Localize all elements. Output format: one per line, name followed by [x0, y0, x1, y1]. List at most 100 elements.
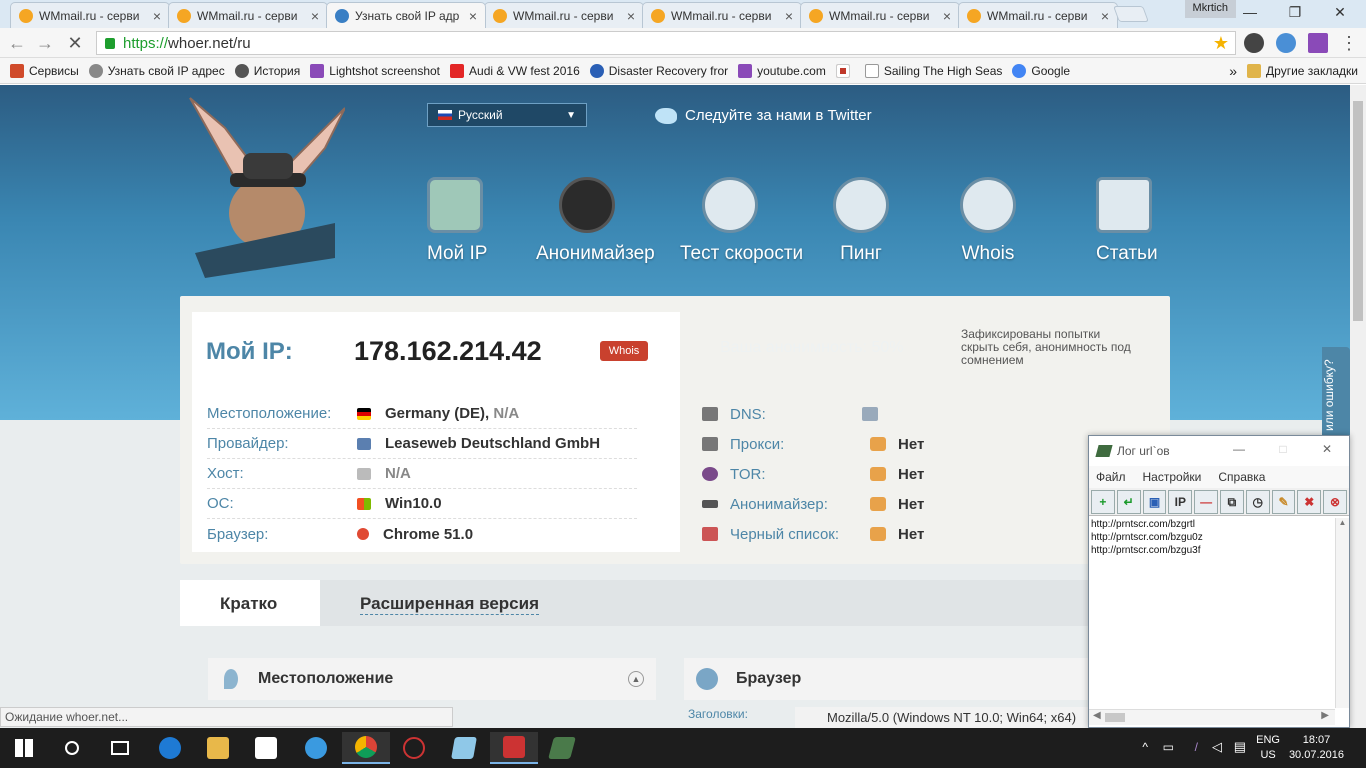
- url-list-item[interactable]: http://prntscr.com/bzgu0z: [1091, 531, 1335, 544]
- close-tab-icon[interactable]: ×: [1097, 8, 1113, 24]
- taskbar-ie[interactable]: [292, 732, 340, 764]
- close-tab-icon[interactable]: ×: [465, 8, 481, 24]
- scroll-right-icon[interactable]: ▶: [1321, 710, 1329, 721]
- window-icon[interactable]: ▣: [1142, 489, 1167, 514]
- scroll-left-icon[interactable]: ◀: [1093, 710, 1101, 721]
- menu-icon[interactable]: ⋮: [1338, 32, 1360, 54]
- menu-help[interactable]: Справка: [1218, 470, 1265, 484]
- scrollbar-thumb[interactable]: [1353, 101, 1363, 321]
- close-tab-icon[interactable]: ×: [623, 8, 639, 24]
- chevron-up-icon[interactable]: ▲: [628, 671, 644, 687]
- bookmark-item[interactable]: Sailing The High Seas: [864, 63, 1002, 78]
- menu-settings[interactable]: Настройки: [1143, 470, 1202, 484]
- ip-address[interactable]: 178.162.214.42: [354, 336, 542, 367]
- stop-icon[interactable]: ⊗: [1323, 489, 1347, 514]
- menu-file[interactable]: Файл: [1096, 470, 1126, 484]
- browser-tab[interactable]: WMmail.ru - серви ×: [642, 2, 802, 28]
- browser-tab[interactable]: WMmail.ru - серви ×: [10, 2, 170, 28]
- nav-whois[interactable]: Whois: [960, 177, 1016, 265]
- tray-chevron-icon[interactable]: ^: [1142, 740, 1148, 754]
- page-scrollbar[interactable]: [1350, 85, 1366, 728]
- scrollbar-thumb[interactable]: [1105, 713, 1125, 722]
- feedback-tab[interactable]: или ошибку?: [1322, 347, 1350, 447]
- browser-tab[interactable]: WMmail.ru - серви ×: [168, 2, 328, 28]
- close-window-icon[interactable]: ✕: [1318, 0, 1362, 24]
- url-list[interactable]: http://prntscr.com/bzgrtl http://prntscr…: [1091, 518, 1335, 708]
- nav-ping[interactable]: Пинг: [832, 177, 890, 265]
- taskbar-edge[interactable]: [146, 732, 194, 764]
- bookmark-item[interactable]: Узнать свой IP адрес: [88, 63, 225, 78]
- browser-tab-active[interactable]: Узнать свой IP адр ×: [326, 2, 486, 28]
- close-icon[interactable]: ✕: [1313, 442, 1341, 456]
- forward-icon[interactable]: →: [34, 32, 56, 54]
- add-icon[interactable]: +: [1091, 489, 1115, 514]
- task-view-button[interactable]: [96, 732, 144, 764]
- browser-tab[interactable]: WMmail.ru - серви ×: [484, 2, 644, 28]
- bookmarks-overflow[interactable]: »: [1229, 63, 1237, 79]
- url-list-item[interactable]: http://prntscr.com/bzgu3f: [1091, 544, 1335, 557]
- browser-tab[interactable]: WMmail.ru - серви ×: [800, 2, 960, 28]
- bookmark-star-icon[interactable]: ★: [1213, 33, 1229, 54]
- bookmark-item[interactable]: Google: [1012, 63, 1070, 78]
- taskbar-app[interactable]: [390, 732, 438, 764]
- nav-articles[interactable]: Статьи: [1096, 177, 1158, 265]
- nav-anonymizer[interactable]: Анонимайзер: [536, 177, 655, 265]
- twitter-link[interactable]: Следуйте за нами в Twitter: [655, 107, 872, 124]
- ip-button[interactable]: IP: [1168, 489, 1193, 514]
- taskbar-explorer[interactable]: [194, 732, 242, 764]
- section-location-header[interactable]: Местоположение ▲: [208, 658, 656, 700]
- tab-short[interactable]: Кратко: [180, 580, 320, 626]
- delete-icon[interactable]: ✖: [1297, 489, 1322, 514]
- whois-badge[interactable]: Whois: [600, 341, 648, 361]
- taskbar-store[interactable]: [242, 732, 290, 764]
- remove-icon[interactable]: —: [1194, 489, 1218, 514]
- nav-my-ip[interactable]: Мой IP: [427, 177, 487, 265]
- bookmark-item[interactable]: История: [234, 63, 300, 78]
- other-bookmarks[interactable]: Другие закладки: [1247, 63, 1358, 78]
- taskbar-app-red[interactable]: [490, 732, 538, 764]
- clock-icon[interactable]: ◷: [1245, 489, 1270, 514]
- browser-tab[interactable]: WMmail.ru - серви ×: [958, 2, 1118, 28]
- address-bar[interactable]: https://whoer.net/ru ★: [96, 31, 1236, 55]
- extension-link-icon[interactable]: [1276, 33, 1296, 53]
- close-tab-icon[interactable]: ×: [149, 8, 165, 24]
- close-tab-icon[interactable]: ×: [939, 8, 955, 24]
- battery-icon[interactable]: ▭: [1163, 740, 1174, 754]
- clock[interactable]: 18:07 30.07.2016: [1289, 733, 1344, 763]
- extension-feather-icon[interactable]: [1308, 33, 1328, 53]
- list-vertical-scrollbar[interactable]: ▲: [1335, 518, 1349, 708]
- enter-icon[interactable]: ↵: [1116, 489, 1141, 514]
- start-button[interactable]: [0, 732, 48, 764]
- window-titlebar[interactable]: Лог url`ов — □ ✕: [1089, 436, 1349, 466]
- maximize-icon[interactable]: □: [1269, 442, 1297, 456]
- minimize-icon[interactable]: —: [1228, 0, 1272, 24]
- input-language[interactable]: ENG US: [1256, 733, 1280, 763]
- bookmark-item[interactable]: youtube.com: [738, 63, 826, 78]
- taskbar-notes[interactable]: [440, 732, 488, 764]
- url-list-item[interactable]: http://prntscr.com/bzgrtl: [1091, 518, 1335, 531]
- bookmark-item[interactable]: Сервисы: [10, 63, 79, 78]
- bookmark-item[interactable]: Lightshot screenshot: [310, 63, 440, 78]
- list-horizontal-scrollbar[interactable]: ◀ ▶: [1089, 709, 1335, 725]
- new-tab-button[interactable]: [1113, 6, 1149, 22]
- copy-icon[interactable]: ⧉: [1219, 489, 1244, 514]
- language-select[interactable]: Русский ▼: [427, 103, 587, 127]
- section-browser-header[interactable]: Браузер: [684, 658, 1104, 700]
- volume-icon[interactable]: ◁: [1212, 739, 1222, 755]
- nav-speed-test[interactable]: Тест скорости: [680, 177, 803, 265]
- minimize-icon[interactable]: —: [1225, 442, 1253, 456]
- taskbar-chrome[interactable]: [342, 732, 390, 764]
- notification-icon[interactable]: ▤: [1234, 739, 1246, 755]
- extension-spy-icon[interactable]: [1244, 33, 1264, 53]
- close-tab-icon[interactable]: ×: [781, 8, 797, 24]
- bookmark-item[interactable]: Disaster Recovery fror: [589, 63, 728, 78]
- bookmark-item[interactable]: [835, 63, 855, 78]
- stop-icon[interactable]: ✕: [64, 32, 86, 54]
- tab-extended[interactable]: Расширенная версия: [360, 594, 540, 615]
- close-tab-icon[interactable]: ×: [307, 8, 323, 24]
- bookmark-item[interactable]: Audi & VW fest 2016: [450, 63, 580, 78]
- back-icon[interactable]: ←: [6, 32, 28, 54]
- lightshot-tray-icon[interactable]: /: [1195, 740, 1198, 754]
- clean-icon[interactable]: ✎: [1271, 489, 1296, 514]
- restore-icon[interactable]: ❐: [1273, 0, 1317, 24]
